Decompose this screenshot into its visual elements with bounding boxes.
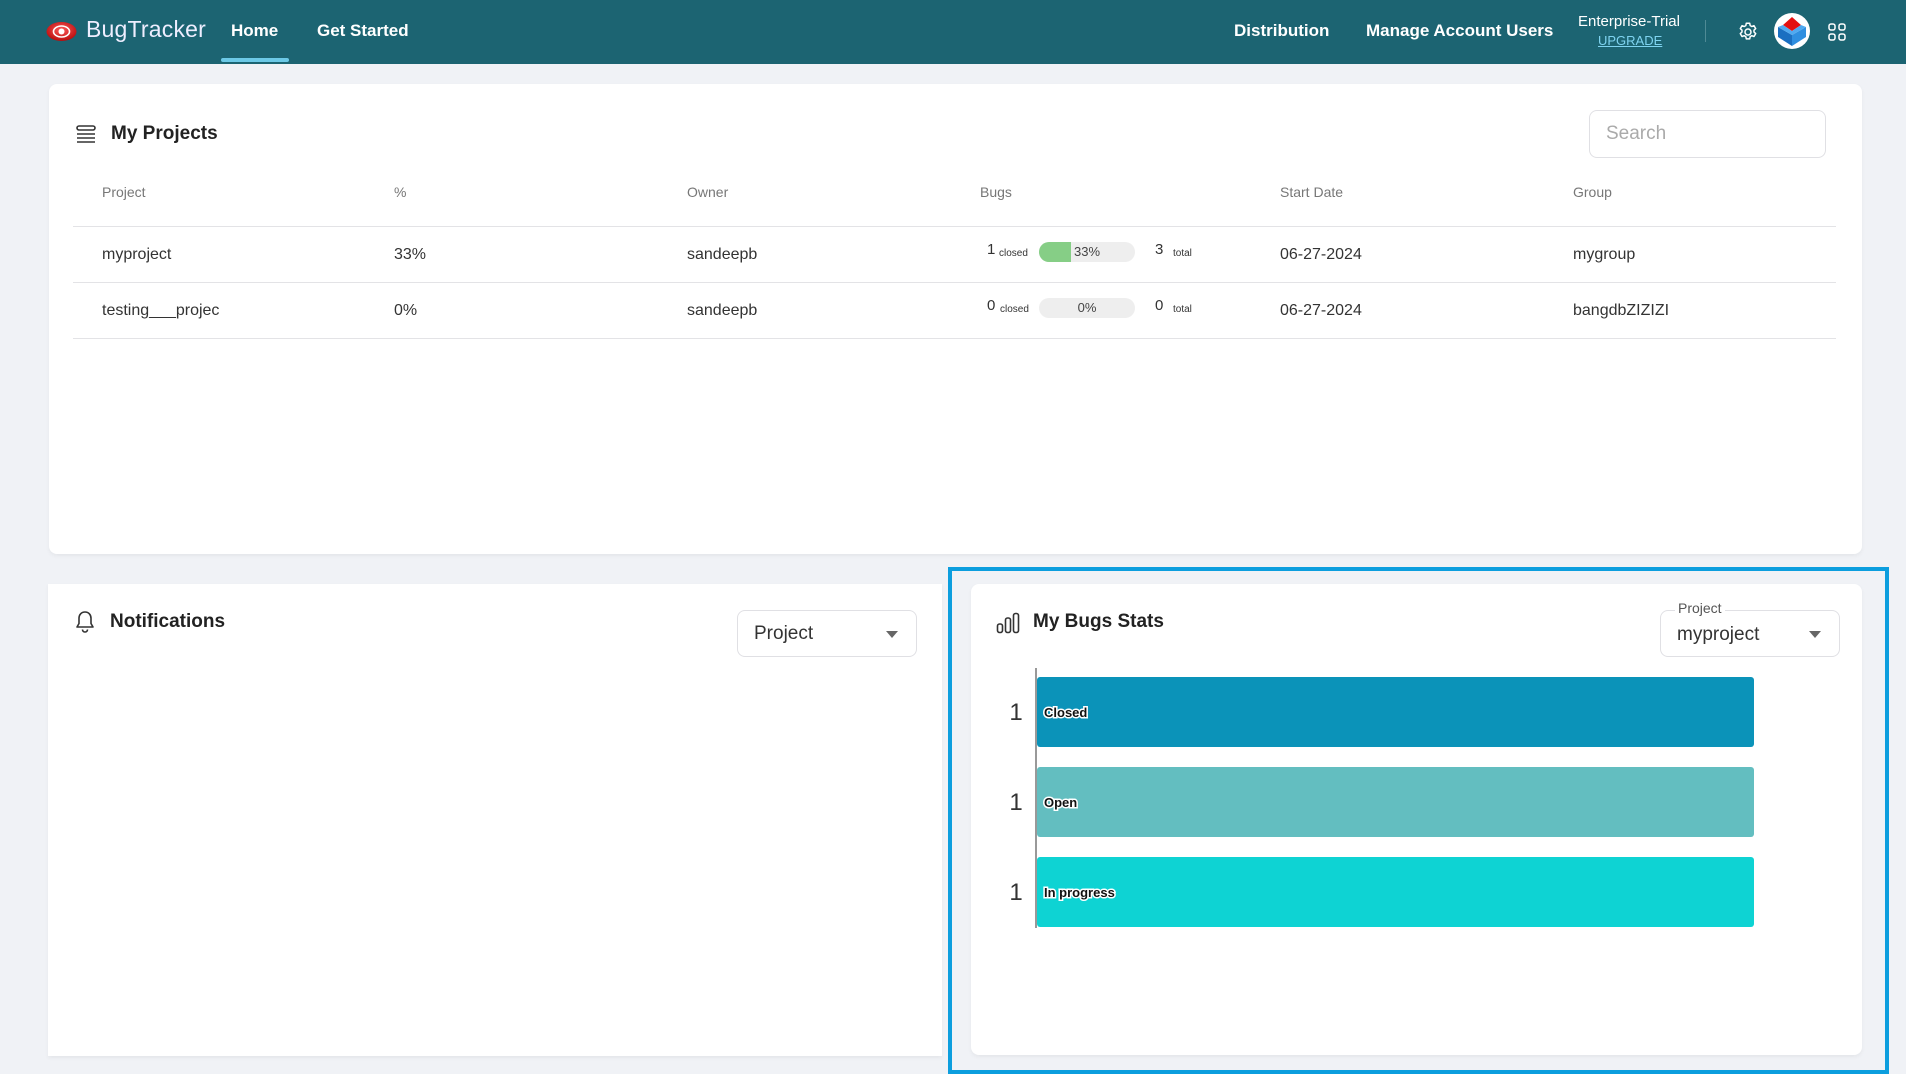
progress-label: 0% [1077,300,1097,315]
project-name[interactable]: myproject [102,246,171,264]
upgrade-link[interactable]: UPGRADE [1598,33,1662,48]
column-header-project[interactable]: Project [102,184,146,200]
bugs-progress-bar: 0% [1039,298,1135,318]
gear-icon[interactable] [1736,20,1760,44]
bug-logo-icon[interactable] [46,21,77,42]
chevron-down-icon [886,631,898,638]
chart-bar[interactable] [1037,677,1754,747]
active-tab-indicator [221,58,289,62]
my-projects-card: My Projects Project % Owner Bugs Start D… [49,84,1862,554]
project-percent: 0% [394,302,418,319]
apps-grid-icon[interactable] [1827,22,1847,42]
brand-name[interactable]: BugTracker [86,16,206,43]
project-owner: sandeepb [687,302,758,319]
project-start-date: 06-27-2024 [1280,302,1362,319]
chart-bar[interactable] [1037,767,1754,837]
bell-icon [76,611,94,633]
chart-bar[interactable] [1037,857,1754,927]
bar-category-label: Closed [1044,705,1087,720]
project-group: bangdbZIZIZI [1573,302,1670,319]
nav-manage-account-users[interactable]: Manage Account Users [1366,21,1553,41]
notifications-title: Notifications [110,611,226,632]
bar-value-label: 1 [1009,789,1022,816]
project-name[interactable]: testing___projec [102,302,219,320]
closed-label: closed [999,248,1028,259]
bugs-summary: 0 closed 0% 0 total [987,297,1207,319]
project-percent: 33% [394,246,427,263]
top-navbar: BugTracker Home Get Started Distribution… [0,0,1906,64]
closed-count: 1 [987,241,996,258]
nav-distribution[interactable]: Distribution [1234,21,1329,41]
total-count: 0 [1155,297,1164,314]
total-count: 3 [1155,241,1164,258]
plan-name: Enterprise-Trial [1578,13,1680,30]
bar-category-label: In progress [1044,885,1115,900]
column-header-bugs[interactable]: Bugs [980,184,1012,200]
nav-divider [1705,20,1706,42]
notifications-card: Notifications Project [48,584,942,1056]
progress-label: 33% [1073,244,1101,259]
bugs-summary: 1 closed 33% 3 total [987,241,1207,263]
header-divider [73,226,1836,227]
closed-count: 0 [987,297,996,314]
bugs-progress-bar: 33% [1039,242,1135,262]
project-start-date: 06-27-2024 [1280,246,1362,263]
list-icon [76,125,96,143]
column-header-percent[interactable]: % [394,184,406,200]
notifications-project-select[interactable]: Project [737,610,917,657]
bar-value-label: 1 [1009,699,1022,726]
closed-label: closed [1000,304,1029,315]
bar-value-label: 1 [1009,879,1022,906]
projects-title: My Projects [111,123,218,144]
total-label: total [1173,304,1192,315]
bug-stats-chart: Closed 1 Open 1 In progress 1 [1009,668,1754,928]
total-label: total [1173,248,1192,259]
project-owner: sandeepb [687,246,758,263]
nav-get-started[interactable]: Get Started [317,21,409,41]
project-search-input[interactable] [1589,110,1826,158]
bug-stats-card: My Bugs Stats Project myproject Closed 1 O… [971,584,1862,1055]
project-group: mygroup [1573,246,1636,263]
row-divider [73,338,1836,339]
row-divider [73,282,1836,283]
column-header-group[interactable]: Group [1573,184,1612,200]
column-header-owner[interactable]: Owner [687,184,728,200]
select-value: Project [754,623,814,644]
nav-home[interactable]: Home [231,21,278,41]
bar-category-label: Open [1044,795,1077,810]
column-header-start-date[interactable]: Start Date [1280,184,1343,200]
avatar[interactable] [1774,13,1810,49]
